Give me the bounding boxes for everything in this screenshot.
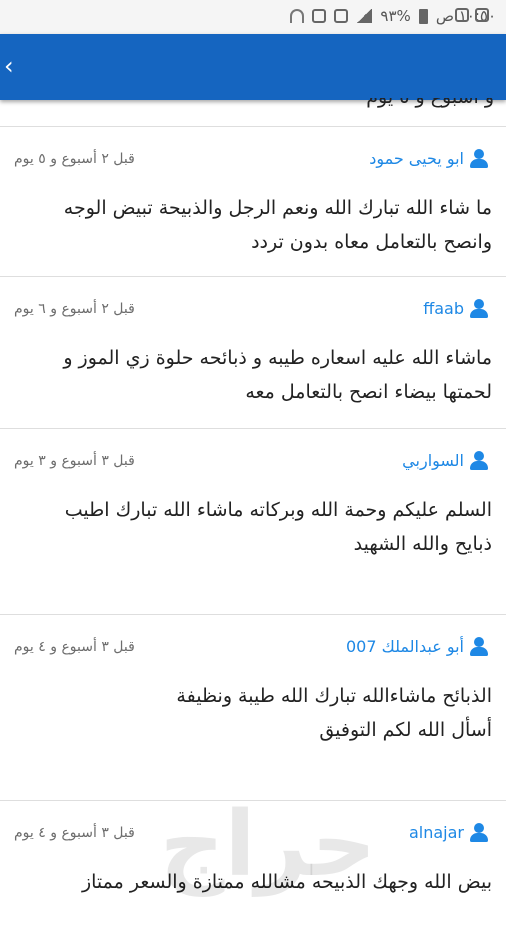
comment-header: ffaab قبل ٢ أسبوع و ٦ يوم — [0, 277, 506, 327]
user-icon — [470, 823, 488, 842]
comment-header: ابو يحيى حمود قبل ٢ أسبوع و ٥ يوم — [0, 127, 506, 177]
comment-author[interactable]: أبو عبدالملك 007 — [346, 637, 488, 656]
comment-line: وانصح بالتعامل معاه بدون تردد — [251, 231, 492, 253]
author-name[interactable]: ابو يحيى حمود — [369, 149, 464, 168]
comment-body: ما شاء الله تبارك الله ونعم الرجل والذبي… — [0, 177, 506, 259]
comment-author[interactable]: ابو يحيى حمود — [369, 149, 488, 168]
comment-author[interactable]: السواربي — [402, 451, 488, 470]
status-bar: ١٠:٥٠ ص %٩٣ — [0, 0, 506, 34]
comment-body: السلم عليكم وحمة الله وبركاته ماشاء الله… — [0, 479, 506, 561]
comment-body: الذبائح ماشاءالله تبارك الله طيبة ونظيفة… — [0, 665, 506, 747]
comment-author[interactable]: ffaab — [423, 299, 488, 318]
comment-time: قبل ٣ أسبوع و ٤ يوم — [14, 825, 135, 841]
partial-comment-text: و اسبوع و ٥ يوم — [94, 98, 494, 108]
battery-percent: %٩٣ — [380, 7, 411, 25]
user-icon — [470, 451, 488, 470]
notification-icons — [455, 8, 489, 22]
author-name[interactable]: السواربي — [402, 451, 464, 470]
partial-comment-line: و اسبوع و ٥ يوم — [94, 98, 494, 110]
comment-header: alnajar قبل ٣ أسبوع و ٤ يوم — [0, 801, 506, 851]
comment-line: الذبائح ماشاءالله تبارك الله طيبة ونظيفة — [176, 685, 492, 707]
user-icon — [470, 637, 488, 656]
battery-icon — [418, 8, 428, 24]
comment-item: أبو عبدالملك 007 قبل ٣ أسبوع و ٤ يوم الذبا… — [0, 614, 506, 800]
comment-item: alnajar قبل ٣ أسبوع و ٤ يوم بيض الله وجهك … — [0, 800, 506, 940]
comment-time: قبل ٢ أسبوع و ٦ يوم — [14, 301, 135, 317]
comment-item: ابو يحيى حمود قبل ٢ أسبوع و ٥ يوم ما شاء ا… — [0, 126, 506, 276]
sim-icon — [334, 9, 349, 23]
comment-list: ابو يحيى حمود قبل ٢ أسبوع و ٥ يوم ما شاء ا… — [0, 126, 506, 940]
sim-2-icon — [312, 9, 327, 23]
comment-line: ماشاء الله عليه اسعاره طيبه و ذبائحه حلو… — [63, 347, 492, 369]
comment-line: ذبايح والله الشهيد — [353, 533, 492, 555]
user-icon — [470, 299, 488, 318]
instagram-icon — [455, 8, 469, 22]
gallery-icon — [475, 8, 489, 22]
comment-line: أسأل الله لكم التوفيق — [319, 719, 492, 741]
user-icon — [470, 149, 488, 168]
author-name[interactable]: alnajar — [409, 823, 464, 842]
comment-line: السلم عليكم وحمة الله وبركاته ماشاء الله… — [64, 499, 492, 521]
app-bar: ‹ — [0, 34, 506, 100]
comment-body: بيض الله وجهك الذبيحه مشالله ممتازة والس… — [0, 851, 506, 899]
comment-item: ffaab قبل ٢ أسبوع و ٦ يوم ماشاء الله عليه … — [0, 276, 506, 428]
wifi-icon — [290, 9, 305, 23]
comment-time: قبل ٢ أسبوع و ٥ يوم — [14, 151, 135, 167]
comment-header: أبو عبدالملك 007 قبل ٣ أسبوع و ٤ يوم — [0, 615, 506, 665]
author-name[interactable]: ffaab — [423, 299, 464, 318]
comment-body: ماشاء الله عليه اسعاره طيبه و ذبائحه حلو… — [0, 327, 506, 409]
back-chevron-icon[interactable]: ‹ — [4, 52, 14, 80]
comment-line: لحمتها بيضاء انصح بالتعامل معه — [245, 381, 492, 403]
comment-item: السواربي قبل ٣ أسبوع و ٣ يوم السلم عليكم و… — [0, 428, 506, 614]
author-name[interactable]: أبو عبدالملك 007 — [346, 637, 464, 656]
comment-line: بيض الله وجهك الذبيحه مشالله ممتازة والس… — [81, 871, 492, 893]
comment-line: ما شاء الله تبارك الله ونعم الرجل والذبي… — [63, 197, 492, 219]
signal-icon — [356, 9, 373, 23]
comment-time: قبل ٣ أسبوع و ٣ يوم — [14, 453, 135, 469]
comment-header: السواربي قبل ٣ أسبوع و ٣ يوم — [0, 429, 506, 479]
comment-time: قبل ٣ أسبوع و ٤ يوم — [14, 639, 135, 655]
comment-author[interactable]: alnajar — [409, 823, 488, 842]
